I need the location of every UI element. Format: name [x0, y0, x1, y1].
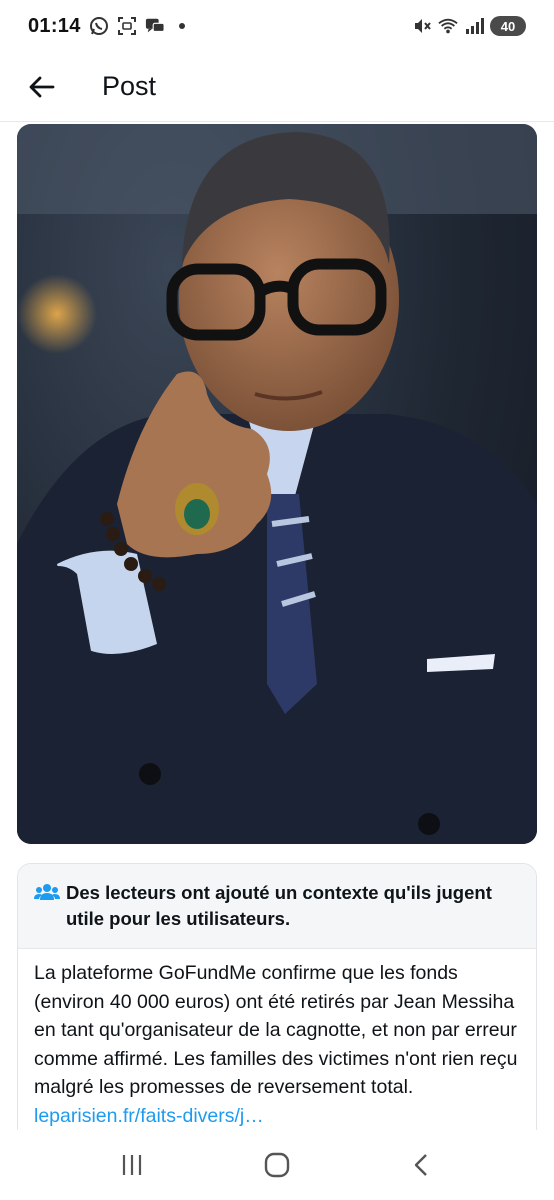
- battery-icon: 40: [490, 16, 526, 36]
- notification-dot-icon: [178, 23, 185, 29]
- system-nav-bar: [0, 1130, 554, 1200]
- community-note-body: La plateforme GoFundMe confirme que les …: [18, 949, 536, 1130]
- chat-icon: [145, 16, 165, 36]
- screenshot-icon: [117, 16, 137, 36]
- arrow-left-icon: [29, 76, 55, 97]
- status-time: 01:14: [28, 14, 81, 37]
- home-button[interactable]: [253, 1141, 301, 1189]
- system-back-button[interactable]: [398, 1141, 446, 1189]
- community-note-header: Des lecteurs ont ajouté un contexte qu'i…: [18, 864, 536, 949]
- wifi-icon: [438, 16, 458, 36]
- status-bar: 01:14 40: [0, 0, 554, 52]
- community-note: Des lecteurs ont ajouté un contexte qu'i…: [17, 863, 537, 1163]
- mute-icon: [412, 16, 432, 36]
- people-icon: [34, 884, 60, 900]
- post-image[interactable]: [17, 124, 537, 844]
- page-title: Post: [102, 71, 157, 101]
- home-icon: [264, 1152, 290, 1178]
- whatsapp-icon: [89, 16, 109, 36]
- status-left: 01:14: [28, 15, 185, 38]
- signal-icon: [464, 16, 484, 36]
- source-link[interactable]: leparisien.fr/faits-divers/j…: [34, 1105, 264, 1127]
- status-right: 40: [412, 16, 526, 36]
- bokeh-light: [17, 274, 97, 354]
- recent-apps-icon: [123, 1155, 142, 1175]
- recent-apps-button[interactable]: [108, 1141, 156, 1189]
- back-icon: [414, 1154, 427, 1176]
- top-app-bar: Post: [0, 52, 554, 122]
- community-note-heading: Des lecteurs ont ajouté un contexte qu'i…: [66, 882, 492, 929]
- back-button[interactable]: [24, 69, 60, 105]
- community-note-text: La plateforme GoFundMe confirme que les …: [34, 962, 518, 1098]
